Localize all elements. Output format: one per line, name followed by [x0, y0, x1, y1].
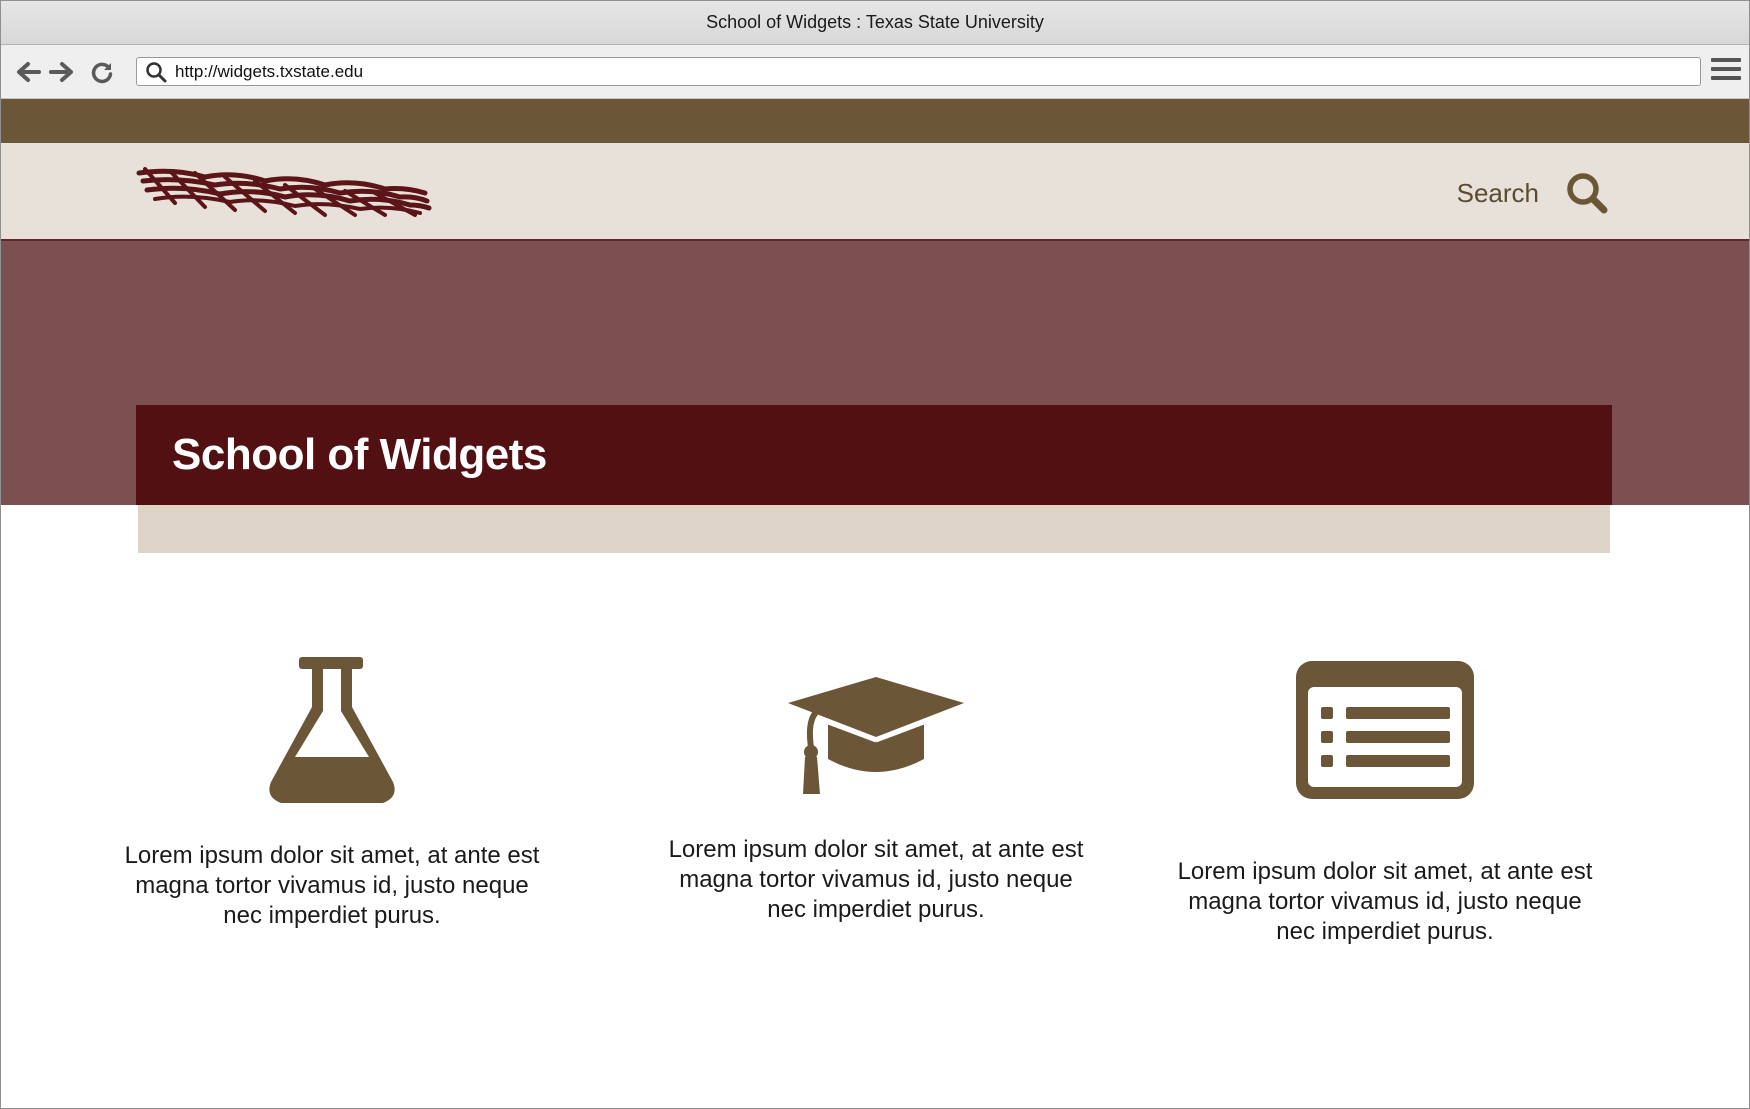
forward-button[interactable]	[47, 57, 77, 87]
list-icon[interactable]	[1296, 661, 1474, 799]
browser-window: School of Widgets : Texas State Universi…	[0, 0, 1750, 1109]
feature-research-text: Lorem ipsum dolor sit amet, at ante est …	[124, 842, 540, 929]
back-button[interactable]	[13, 57, 43, 87]
top-brand-strip	[1, 99, 1749, 143]
reload-icon	[91, 62, 113, 84]
title-underlay	[138, 505, 1610, 553]
page-title-box: School of Widgets	[136, 405, 1612, 505]
site-header: Search	[1, 143, 1749, 241]
feature-programs: Lorem ipsum dolor sit amet, at ante est …	[1175, 661, 1595, 947]
back-arrow-icon	[17, 62, 41, 82]
search-icon	[1567, 173, 1608, 214]
feature-academics: Lorem ipsum dolor sit amet, at ante est …	[666, 677, 1086, 925]
flask-icon[interactable]	[257, 657, 407, 809]
magnifier-icon	[143, 59, 169, 85]
browser-menu-button[interactable]	[1711, 58, 1741, 86]
address-bar[interactable]: http://widgets.txstate.edu	[136, 57, 1701, 86]
logo-scribble[interactable]	[135, 163, 435, 218]
search-label: Search	[1456, 177, 1539, 208]
feature-research: Lorem ipsum dolor sit amet, at ante est …	[122, 657, 542, 931]
search-link[interactable]: Search	[1457, 171, 1609, 215]
forward-arrow-icon	[49, 62, 73, 82]
browser-toolbar: http://widgets.txstate.edu	[1, 45, 1749, 99]
page-title: School of Widgets	[172, 430, 547, 479]
reload-button[interactable]	[87, 57, 117, 87]
feature-academics-text: Lorem ipsum dolor sit amet, at ante est …	[668, 836, 1084, 923]
graduation-cap-icon[interactable]	[786, 677, 966, 795]
feature-programs-text: Lorem ipsum dolor sit amet, at ante est …	[1177, 858, 1593, 945]
window-title: School of Widgets : Texas State Universi…	[706, 12, 1044, 32]
title-bar: School of Widgets : Texas State Universi…	[1, 1, 1749, 45]
url-text: http://widgets.txstate.edu	[175, 61, 364, 81]
